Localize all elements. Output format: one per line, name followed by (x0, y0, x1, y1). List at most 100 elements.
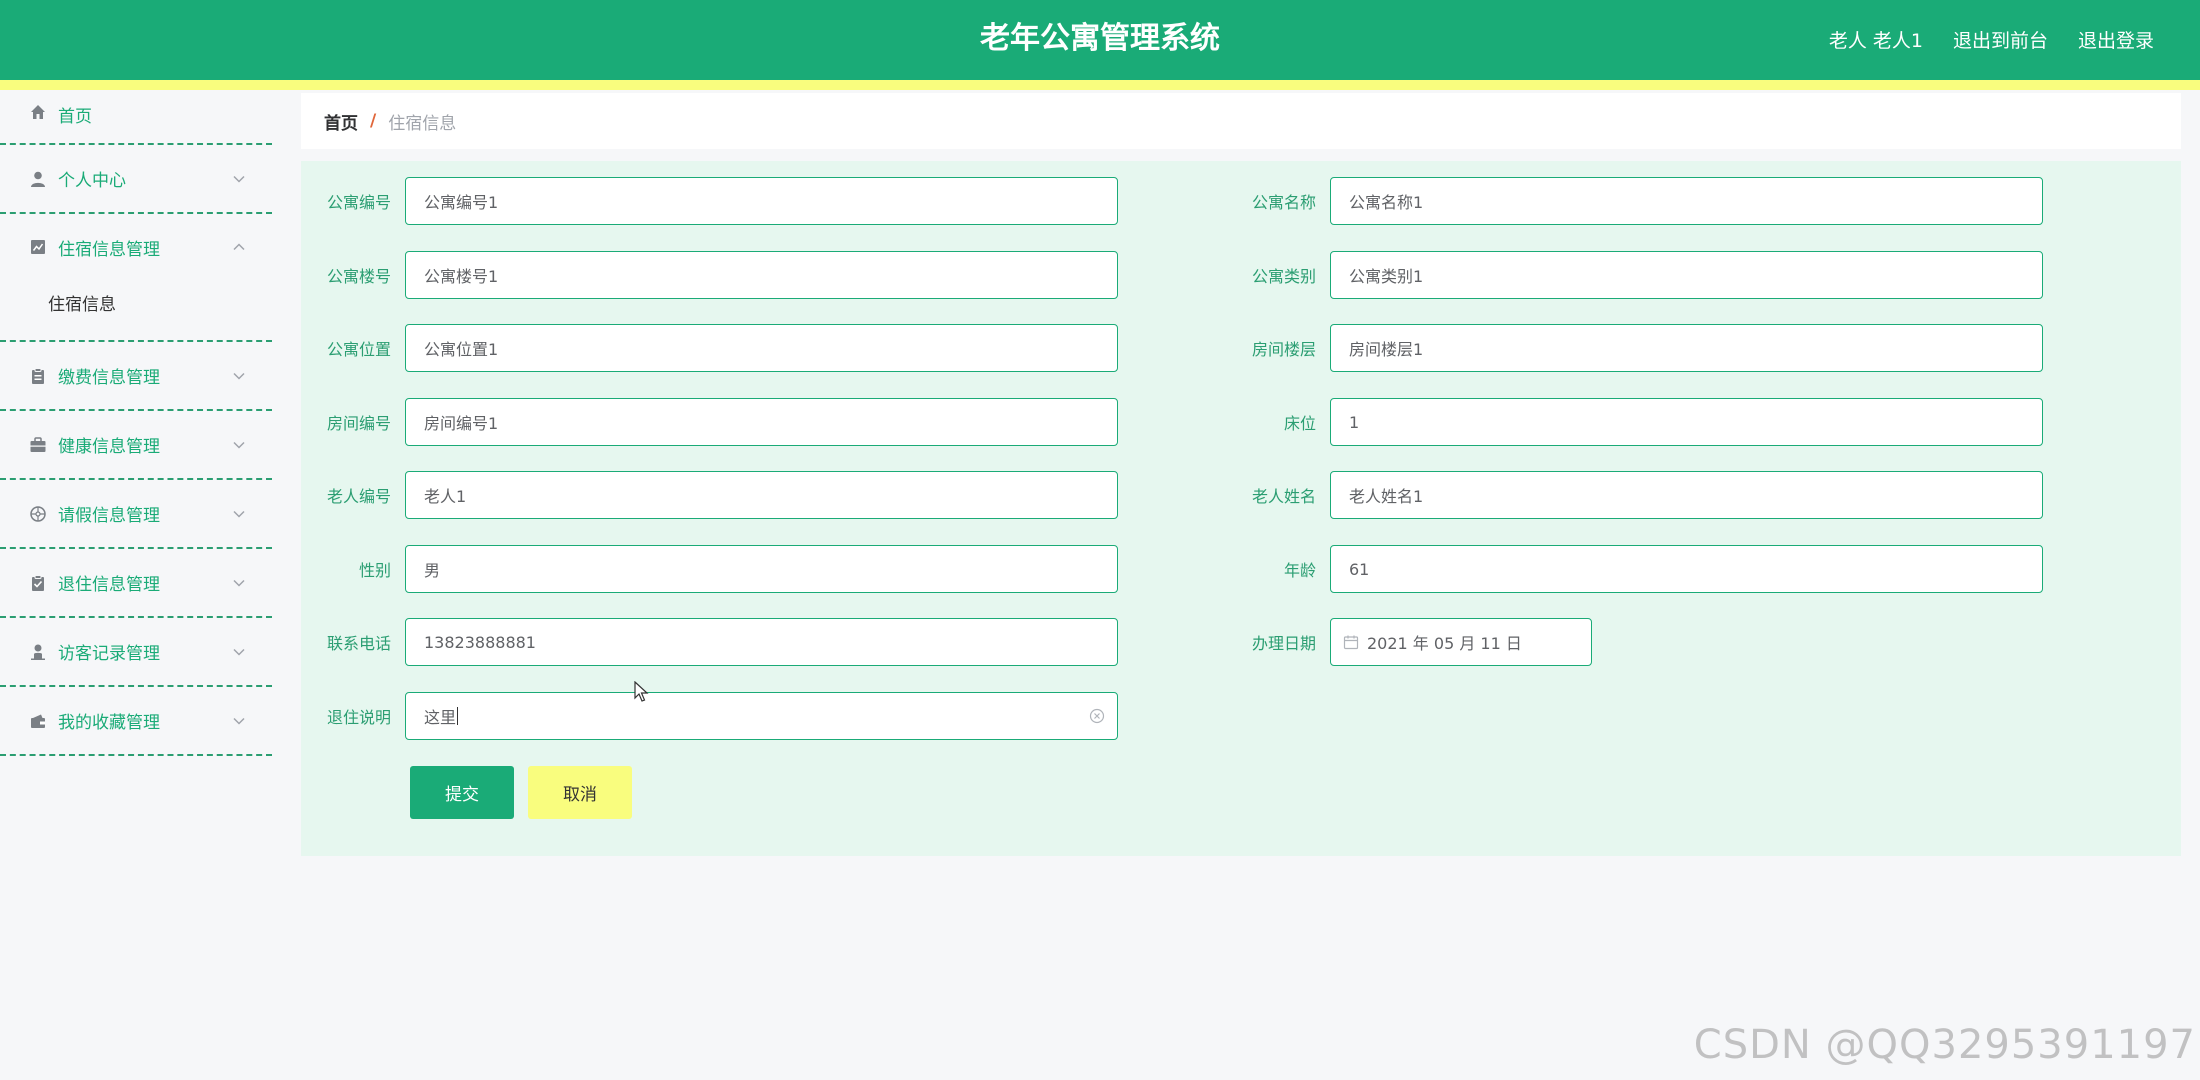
field-label: 年龄 (1283, 561, 1316, 580)
chevron-down-icon (232, 576, 246, 590)
apartment-name-input[interactable]: 公寓名称1 (1330, 177, 2043, 225)
clipboard-icon (28, 366, 48, 386)
person-icon (28, 169, 48, 189)
bed-input[interactable]: 1 (1330, 398, 2043, 446)
field-label: 床位 (1283, 414, 1316, 433)
current-user-label: 老人 老人1 (1828, 29, 1923, 52)
chevron-down-icon (232, 714, 246, 728)
chevron-down-icon (232, 172, 246, 186)
chevron-up-icon (232, 240, 246, 254)
room-no-input[interactable]: 房间编号1 (405, 398, 1118, 446)
field-apartment-type: 公寓类别 公寓类别1 (1235, 251, 2043, 299)
apartment-type-input[interactable]: 公寓类别1 (1330, 251, 2043, 299)
mouse-cursor-icon (634, 681, 649, 702)
field-label: 公寓位置 (326, 340, 391, 359)
sidebar-item-label: 个人中心 (58, 171, 126, 191)
sidebar-item-label: 健康信息管理 (58, 437, 160, 457)
sidebar-item-label: 住宿信息管理 (58, 239, 160, 260)
field-label: 公寓编号 (326, 193, 391, 212)
sidebar-item-leave-management[interactable]: 请假信息管理 (0, 480, 272, 549)
sidebar-item-payment-management[interactable]: 缴费信息管理 (0, 342, 272, 411)
elder-name-input[interactable]: 老人姓名1 (1330, 471, 2043, 519)
watermark: CSDN @QQ3295391197 (1693, 1022, 2196, 1068)
field-age: 年龄 61 (1235, 545, 2043, 593)
field-label: 联系电话 (326, 634, 391, 653)
breadcrumb-current: 住宿信息 (388, 113, 457, 134)
header-accent-bar (0, 80, 2200, 90)
checkout-note-input[interactable]: 这里 (405, 692, 1118, 740)
chevron-down-icon (232, 438, 246, 452)
field-phone: 联系电话 13823888881 (310, 618, 1118, 666)
chevron-down-icon (232, 369, 246, 383)
breadcrumb: 首页 / 住宿信息 (301, 93, 2181, 149)
sidebar-item-label: 首页 (58, 107, 92, 127)
sidebar: 首页 个人中心 住宿信息管理 住宿信息 缴费信息管理 健康信息管理 请假信息管理… (0, 90, 272, 1080)
sidebar-item-favorites-management[interactable]: 我的收藏管理 (0, 687, 272, 756)
sidebar-subitem-accommodation-info[interactable]: 住宿信息 (0, 280, 272, 340)
sidebar-item-personal-center[interactable]: 个人中心 (0, 145, 272, 214)
phone-input[interactable]: 13823888881 (405, 618, 1118, 666)
apartment-no-input[interactable]: 公寓编号1 (405, 177, 1118, 225)
top-header: 老年公寓管理系统 老人 老人1 退出到前台 退出登录 (0, 0, 2200, 80)
sidebar-item-label: 访客记录管理 (58, 644, 160, 664)
field-label: 退住说明 (326, 708, 391, 727)
sidebar-item-home[interactable]: 首页 (0, 90, 272, 145)
field-location: 公寓位置 公寓位置1 (310, 324, 1118, 372)
field-room-no: 房间编号 房间编号1 (310, 398, 1118, 446)
building-no-input[interactable]: 公寓楼号1 (405, 251, 1118, 299)
date-picker-input[interactable]: 2021 年 05 月 11 日 (1330, 618, 1592, 666)
field-apartment-no: 公寓编号 公寓编号1 (310, 177, 1118, 225)
floor-input[interactable]: 房间楼层1 (1330, 324, 2043, 372)
field-elder-no: 老人编号 老人1 (310, 471, 1118, 519)
field-elder-name: 老人姓名 老人姓名1 (1235, 471, 2043, 519)
sidebar-item-label: 缴费信息管理 (58, 368, 160, 388)
checklist-icon (28, 573, 48, 593)
submit-button[interactable]: 提交 (410, 766, 514, 819)
sidebar-item-checkout-management[interactable]: 退住信息管理 (0, 549, 272, 618)
compass-icon (28, 504, 48, 524)
sidebar-group-accommodation: 住宿信息管理 住宿信息 (0, 214, 272, 342)
home-icon (28, 102, 48, 122)
accommodation-form: 公寓编号 公寓编号1 公寓名称 公寓名称1 公寓楼号 公寓楼号1 公寓类别 公寓… (301, 161, 2181, 856)
field-building-no: 公寓楼号 公寓楼号1 (310, 251, 1118, 299)
field-label: 公寓名称 (1251, 193, 1316, 212)
field-gender: 性别 男 (310, 545, 1118, 593)
header-actions: 老人 老人1 退出到前台 退出登录 (1829, 0, 2154, 78)
field-apartment-name: 公寓名称 公寓名称1 (1235, 177, 2043, 225)
sidebar-item-label: 我的收藏管理 (58, 713, 160, 733)
exit-to-frontend-link[interactable]: 退出到前台 (1953, 26, 2048, 53)
gender-input[interactable]: 男 (405, 545, 1118, 593)
location-input[interactable]: 公寓位置1 (405, 324, 1118, 372)
field-label: 老人姓名 (1251, 487, 1316, 506)
field-bed: 床位 1 (1235, 398, 2043, 446)
cancel-button[interactable]: 取消 (528, 766, 632, 819)
briefcase-icon (28, 435, 48, 455)
field-label: 公寓楼号 (326, 267, 391, 286)
chart-icon (28, 237, 48, 257)
calendar-icon (1343, 635, 1359, 650)
field-label: 房间编号 (326, 414, 391, 433)
sidebar-item-health-management[interactable]: 健康信息管理 (0, 411, 272, 480)
field-label: 性别 (358, 561, 391, 580)
sidebar-item-label: 请假信息管理 (58, 506, 160, 526)
field-label: 办理日期 (1251, 634, 1316, 653)
field-date: 办理日期 2021 年 05 月 11 日 (1235, 618, 1592, 666)
logout-link[interactable]: 退出登录 (2078, 26, 2154, 53)
sidebar-item-visitor-management[interactable]: 访客记录管理 (0, 618, 272, 687)
field-checkout-note: 退住说明 这里 (310, 692, 1118, 740)
chevron-down-icon (232, 507, 246, 521)
breadcrumb-home[interactable]: 首页 (324, 109, 358, 134)
clear-icon[interactable] (1089, 708, 1105, 724)
elder-no-input[interactable]: 老人1 (405, 471, 1118, 519)
age-input[interactable]: 61 (1330, 545, 2043, 593)
field-label: 公寓类别 (1251, 267, 1316, 286)
visitor-icon (28, 642, 48, 662)
field-floor: 房间楼层 房间楼层1 (1235, 324, 2043, 372)
sidebar-item-accommodation-management[interactable]: 住宿信息管理 (0, 214, 272, 280)
breadcrumb-separator: / (370, 111, 377, 131)
sidebar-item-label: 退住信息管理 (58, 575, 160, 595)
field-label: 房间楼层 (1251, 340, 1316, 359)
field-label: 老人编号 (326, 487, 391, 506)
wallet-icon (28, 711, 48, 731)
chevron-down-icon (232, 645, 246, 659)
